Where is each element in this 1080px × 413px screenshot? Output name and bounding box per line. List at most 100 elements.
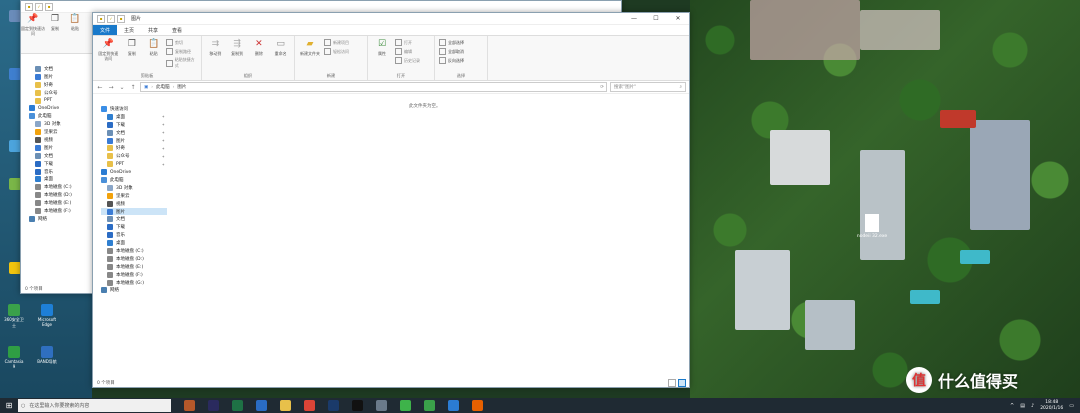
main-titlebar[interactable]: ▪ ✓ ▪ 图片 — ☐ ✕ (93, 13, 689, 25)
nav-item[interactable]: 本地磁盘 (F:) (29, 207, 95, 215)
nav-item[interactable]: 视频 (101, 200, 167, 208)
back-copy-button[interactable]: ❐ 复制 (45, 13, 65, 53)
nav-item[interactable]: 本地磁盘 (F:) (101, 271, 167, 279)
nav-item[interactable]: 文档 (29, 65, 95, 73)
taskbar-pr-app[interactable] (201, 398, 225, 413)
taskbar-qq-app[interactable] (345, 398, 369, 413)
nav-item[interactable]: 本地磁盘 (D:) (101, 255, 167, 263)
up-arrow-icon[interactable]: ↑ (129, 84, 137, 91)
nav-item[interactable]: 桌面 (101, 239, 167, 247)
clock[interactable]: 18:48 2020/1/16 (1040, 400, 1063, 411)
search-input[interactable]: 搜索"图片" ⌕ (610, 82, 686, 92)
notification-icon[interactable]: ▭ (1069, 403, 1074, 409)
nav-item[interactable]: 本地磁盘 (C:) (29, 183, 95, 191)
edit-button[interactable]: 编辑 (395, 48, 420, 55)
nav-item[interactable]: 音乐 (101, 231, 167, 239)
nav-item[interactable]: 下载 (101, 223, 167, 231)
nav-item[interactable]: 公众号 ✦ (101, 152, 167, 160)
nav-item[interactable]: 图片 (29, 144, 95, 152)
back-pin-button[interactable]: 📌 固定到快速访问 (21, 13, 45, 53)
tab-file[interactable]: 文件 (93, 25, 118, 35)
nav-item[interactable]: 本地磁盘 (E:) (101, 263, 167, 271)
taskbar-folder-app[interactable] (273, 398, 297, 413)
check-icon[interactable]: ✓ (35, 2, 43, 11)
nav-item[interactable]: 此电脑 (101, 176, 167, 184)
desktop-icon-camtasia[interactable]: Camtasia 9 (3, 346, 25, 369)
maximize-icon[interactable]: ☐ (645, 15, 667, 22)
nav-item[interactable]: OneDrive (101, 168, 167, 176)
taskbar-word-app[interactable] (177, 398, 201, 413)
volume-icon[interactable]: ♪ (1031, 403, 1034, 409)
close-icon[interactable]: ✕ (667, 15, 689, 22)
tab-view[interactable]: 查看 (165, 25, 189, 35)
paste-shortcut-button[interactable]: 粘贴快捷方式 (166, 57, 197, 69)
address-input[interactable]: ▣ › 此电脑 › 图片 ⟳ (140, 82, 607, 92)
desktop-icon-band[interactable]: BAND导航 (36, 346, 58, 365)
nav-item[interactable]: 坚果云 (29, 128, 95, 136)
breadcrumb-pictures[interactable]: 图片 (177, 84, 186, 90)
desktop-file[interactable]: nodeii 32.exe (856, 214, 888, 239)
taskbar-chrome-app[interactable] (297, 398, 321, 413)
quick-access-toolbar[interactable]: ▪ ✓ ▪ (97, 14, 125, 23)
nav-item[interactable]: 好奇 (29, 81, 95, 89)
invert-selection-button[interactable]: 反向选择 (439, 57, 464, 64)
check-icon[interactable]: ✓ (107, 14, 115, 23)
tab-home[interactable]: 主页 (117, 25, 141, 35)
taskbar-blue-app[interactable] (441, 398, 465, 413)
nav-item[interactable]: 本地磁盘 (D:) (29, 191, 95, 199)
nav-item[interactable]: 图片 (29, 73, 95, 81)
nav-item[interactable]: 图片 (101, 207, 167, 216)
select-none-button[interactable]: 全部取消 (439, 48, 464, 55)
chevron-down-icon[interactable]: ⌄ (118, 84, 126, 91)
nav-item[interactable]: 网络 (101, 286, 167, 294)
nav-item[interactable]: 3D 对象 (29, 120, 95, 128)
large-icons-view-icon[interactable] (678, 378, 686, 387)
forward-arrow-icon[interactable]: → (107, 84, 115, 91)
nav-item[interactable]: 此电脑 (29, 112, 95, 120)
nav-item[interactable]: 桌面 ✦ (101, 113, 167, 121)
open-button[interactable]: 打开 (395, 39, 420, 46)
new-item-button[interactable]: 新建项目 (324, 39, 349, 46)
easy-access-button[interactable]: 轻松访问 (324, 48, 349, 55)
back-arrow-icon[interactable]: ← (96, 84, 104, 91)
nav-item[interactable]: 快速访问 (101, 105, 167, 113)
taskbar-monitor-app[interactable] (369, 398, 393, 413)
nav-item[interactable]: 文档 ✦ (101, 129, 167, 137)
nav-item[interactable]: 本地磁盘 (E:) (29, 199, 95, 207)
network-icon[interactable]: ▤ (1020, 403, 1025, 409)
nav-item[interactable]: 坚果云 (101, 192, 167, 200)
taskbar-excel-app[interactable] (225, 398, 249, 413)
nav-item[interactable]: 3D 对象 (101, 184, 167, 192)
nav-item[interactable]: 文档 (29, 152, 95, 160)
back-paste-button[interactable]: 📋 粘贴 (65, 13, 85, 53)
nav-item[interactable]: 公众号 (29, 89, 95, 97)
taskbar-ps-app[interactable] (321, 398, 345, 413)
desktop-icon-360[interactable]: 360安全卫士 (3, 304, 25, 329)
select-all-button[interactable]: 全部选择 (439, 39, 464, 46)
nav-item[interactable]: PPT (29, 97, 95, 105)
nav-item[interactable]: 图片 ✦ (101, 137, 167, 145)
tab-share[interactable]: 共享 (141, 25, 165, 35)
tray-chevron-icon[interactable]: ^ (1010, 403, 1014, 409)
nav-item[interactable]: 网络 (29, 215, 95, 223)
explorer-window-main[interactable]: ▪ ✓ ▪ 图片 — ☐ ✕ 文件 主页 共享 查看 📌 固定到快速访问 ❐ 复制 📋 粘… (92, 12, 690, 388)
breadcrumb-this-pc[interactable]: 此电脑 (156, 84, 170, 90)
nav-item[interactable]: OneDrive (29, 104, 95, 112)
history-button[interactable]: 历史记录 (395, 57, 420, 64)
taskbar-firefox-app[interactable] (465, 398, 489, 413)
nav-item[interactable]: 下载 ✦ (101, 121, 167, 129)
minimize-icon[interactable]: — (623, 15, 645, 22)
nav-item[interactable]: 视频 (29, 136, 95, 144)
nav-item[interactable]: 音乐 (29, 168, 95, 176)
cut-button[interactable]: 剪切 (166, 39, 197, 46)
nav-item[interactable]: PPT ✦ (101, 160, 167, 168)
taskbar-wechat-app[interactable] (393, 398, 417, 413)
windows-start-icon[interactable]: ⊞ (0, 398, 18, 413)
nav-item[interactable]: 好奇 ✦ (101, 144, 167, 152)
nav-item[interactable]: 本地磁盘 (C:) (101, 247, 167, 255)
nav-item[interactable]: 文档 (101, 215, 167, 223)
details-view-icon[interactable] (668, 378, 676, 387)
refresh-icon[interactable]: ⟳ (600, 85, 606, 90)
nav-item[interactable]: 下载 (29, 160, 95, 168)
copy-path-button[interactable]: 复制路径 (166, 48, 197, 55)
